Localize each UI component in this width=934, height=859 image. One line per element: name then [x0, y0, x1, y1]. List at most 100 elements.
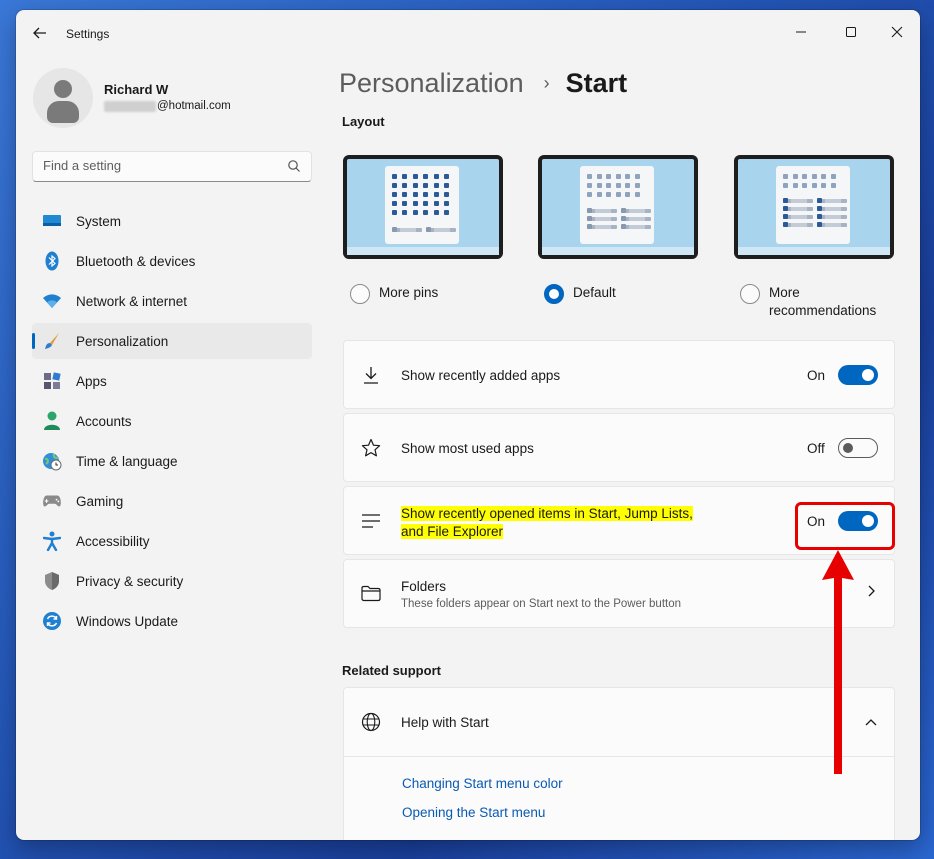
- wifi-icon: [42, 292, 62, 310]
- back-button[interactable]: [30, 24, 50, 42]
- download-icon: [360, 364, 382, 386]
- brush-icon: [42, 332, 62, 350]
- sidebar-item-label: Personalization: [76, 333, 169, 349]
- layout-option-more-recommendations[interactable]: More recommendations: [740, 284, 876, 320]
- start-panel-preview: [580, 166, 654, 244]
- highlighted-label-line2: and File Explorer: [401, 524, 504, 539]
- system-icon: [42, 212, 62, 230]
- search-box[interactable]: [32, 151, 312, 182]
- radio-default[interactable]: [544, 284, 564, 304]
- thumbnail-screen: [738, 159, 890, 255]
- toggle-state-text: Off: [807, 441, 825, 456]
- setting-label: Show recently added apps: [401, 368, 561, 383]
- recently-added-toggle[interactable]: [838, 365, 878, 385]
- sidebar-item-label: Time & language: [76, 453, 178, 469]
- thumbnail-taskbar: [347, 247, 499, 255]
- sidebar-item-apps[interactable]: Apps: [32, 363, 312, 399]
- toggle-state-text: On: [807, 368, 826, 383]
- annotation-highlight-box: [795, 502, 895, 550]
- sidebar-item-system[interactable]: System: [32, 203, 312, 239]
- pins-grid: [587, 174, 640, 197]
- sidebar-item-gaming[interactable]: Gaming: [32, 483, 312, 519]
- thumbnail-taskbar: [738, 247, 890, 255]
- radio-more-recommendations[interactable]: [740, 284, 760, 304]
- help-link-change-color[interactable]: Changing Start menu color: [402, 776, 563, 791]
- app-title: Settings: [66, 27, 110, 41]
- breadcrumb-parent[interactable]: Personalization: [339, 68, 524, 99]
- layout-option-default[interactable]: Default: [544, 284, 616, 304]
- recommendations-preview: [587, 208, 651, 229]
- thumbnail-screen: [542, 159, 694, 255]
- gamepad-icon: [42, 492, 62, 510]
- search-icon[interactable]: [287, 159, 301, 173]
- avatar[interactable]: [33, 68, 93, 128]
- list-lines-icon: [360, 510, 382, 532]
- setting-description: These folders appear on Start next to th…: [401, 598, 682, 610]
- close-button[interactable]: [882, 18, 912, 46]
- pins-grid: [783, 174, 836, 188]
- help-title: Help with Start: [401, 715, 489, 730]
- sidebar-item-label: System: [76, 213, 122, 229]
- setting-label: Show most used apps: [401, 441, 534, 456]
- email-redaction: [104, 100, 156, 112]
- minimize-button[interactable]: [786, 18, 816, 46]
- layout-section-label: Layout: [342, 114, 385, 129]
- sidebar-nav: System Bluetooth & devices Network & int…: [32, 203, 312, 643]
- sidebar-item-time-language[interactable]: Time & language: [32, 443, 312, 479]
- pins-grid: [392, 174, 450, 215]
- layout-option-more-pins[interactable]: More pins: [350, 284, 438, 304]
- close-icon: [891, 26, 903, 38]
- breadcrumb-separator: ›: [543, 73, 550, 93]
- page-title: Start: [565, 68, 628, 98]
- accounts-icon: [42, 411, 62, 430]
- sidebar-item-privacy[interactable]: Privacy & security: [32, 563, 312, 599]
- start-panel-preview: [385, 166, 459, 244]
- sidebar-item-label: Gaming: [76, 493, 124, 509]
- setting-label: Show recently opened items in Start, Jum…: [401, 505, 701, 541]
- maximize-icon: [846, 27, 856, 37]
- sidebar-item-personalization[interactable]: Personalization: [32, 323, 312, 359]
- avatar-head: [54, 80, 72, 98]
- maximize-button[interactable]: [836, 18, 866, 46]
- breadcrumb: Personalization › Start: [339, 68, 627, 99]
- apps-icon: [42, 372, 62, 390]
- radio-label: More pins: [379, 285, 439, 300]
- radio-label: Default: [573, 285, 616, 300]
- layout-more-recommendations-thumbnail[interactable]: [734, 155, 894, 259]
- radio-more-pins[interactable]: [350, 284, 370, 304]
- globe-icon: [360, 711, 382, 733]
- star-icon: [360, 437, 382, 459]
- sidebar-item-bluetooth[interactable]: Bluetooth & devices: [32, 243, 312, 279]
- radio-label-line2: recommendations: [769, 303, 877, 318]
- sidebar-item-network[interactable]: Network & internet: [32, 283, 312, 319]
- sidebar-item-label: Accounts: [76, 413, 132, 429]
- radio-label-line1: More: [769, 285, 800, 300]
- bluetooth-icon: [42, 251, 62, 271]
- recommendations-preview: [392, 227, 456, 232]
- thumbnail-taskbar: [542, 247, 694, 255]
- sidebar-item-label: Privacy & security: [76, 573, 184, 589]
- user-email: @hotmail.com: [104, 100, 231, 112]
- sidebar-item-accessibility[interactable]: Accessibility: [32, 523, 312, 559]
- sidebar-item-accounts[interactable]: Accounts: [32, 403, 312, 439]
- sidebar-item-label: Apps: [76, 373, 107, 389]
- start-panel-preview: [776, 166, 850, 244]
- avatar-body: [47, 101, 79, 123]
- help-link-open-start[interactable]: Opening the Start menu: [402, 805, 545, 820]
- setting-most-used-apps: Show most used apps Off: [343, 413, 895, 482]
- title-bar: Settings: [16, 10, 920, 56]
- arrow-left-icon: [33, 27, 46, 39]
- sidebar-item-label: Bluetooth & devices: [76, 253, 196, 269]
- sidebar-item-label: Accessibility: [76, 533, 150, 549]
- setting-recently-added-apps: Show recently added apps On: [343, 340, 895, 409]
- sidebar-item-windows-update[interactable]: Windows Update: [32, 603, 312, 639]
- layout-default-thumbnail[interactable]: [538, 155, 698, 259]
- related-support-label: Related support: [342, 663, 441, 678]
- folder-icon: [360, 583, 382, 605]
- most-used-toggle[interactable]: [838, 438, 878, 458]
- search-input[interactable]: [43, 158, 273, 173]
- update-icon: [42, 612, 62, 630]
- layout-more-pins-thumbnail[interactable]: [343, 155, 503, 259]
- user-email-domain: @hotmail.com: [157, 100, 231, 112]
- radio-label: More recommendations: [769, 284, 876, 320]
